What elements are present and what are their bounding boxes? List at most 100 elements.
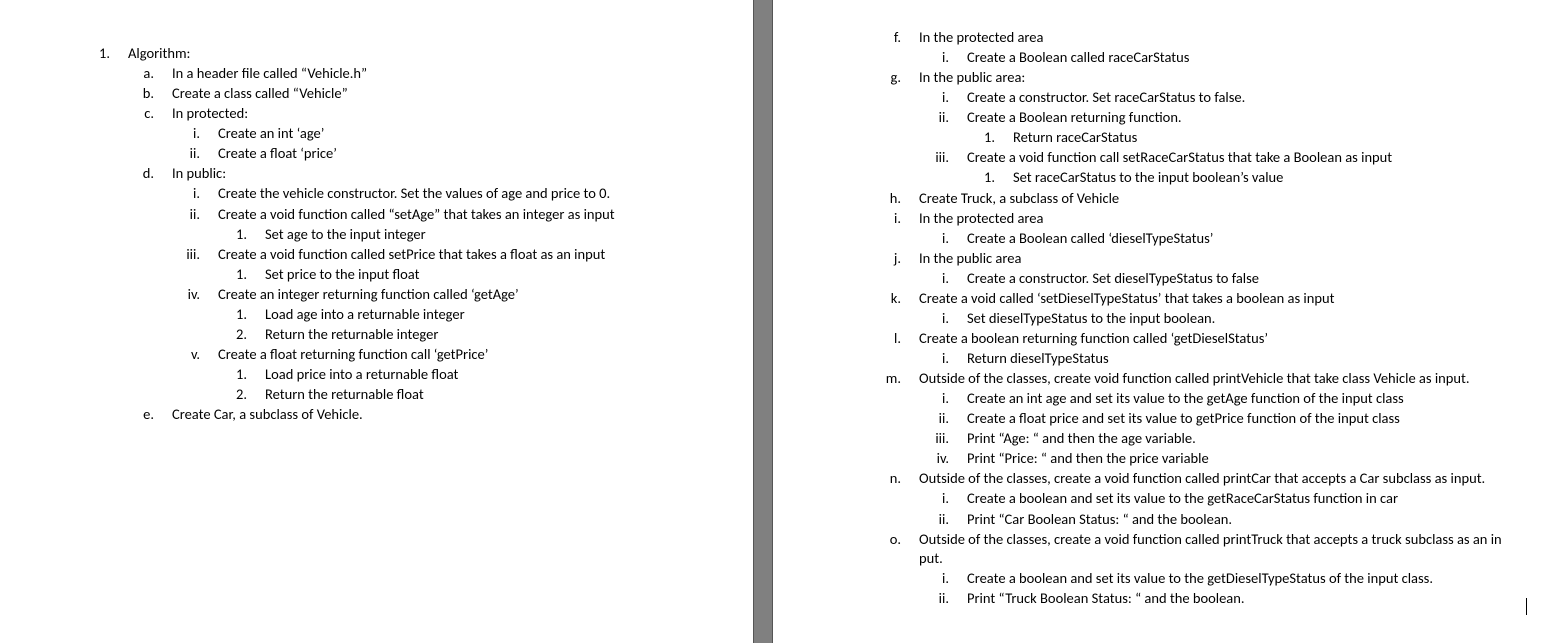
list-marker: iii.	[773, 429, 967, 449]
list-item: i.Create a constructor. Set raceCarStatu…	[773, 88, 1533, 108]
list-marker: v.	[0, 345, 218, 365]
list-text: Set raceCarStatus to the input boolean’s…	[1013, 168, 1533, 188]
list-text: Create a float ‘price’	[218, 144, 733, 164]
list-item: 1.Return raceCarStatus	[773, 128, 1533, 148]
list-marker: 1.	[0, 44, 128, 64]
list-text: In the protected area	[919, 28, 1533, 48]
list-item: b.Create a class called “Vehicle”	[0, 84, 733, 104]
list-marker: ii.	[773, 589, 967, 609]
text-cursor-icon	[1526, 598, 1527, 615]
list-item: iv.Print “Price: “ and then the price va…	[773, 449, 1533, 469]
list-marker: d.	[0, 164, 172, 184]
list-item: i.In the protected area	[773, 209, 1533, 229]
list-item: i.Set dieselTypeStatus to the input bool…	[773, 309, 1533, 329]
list-marker: i.	[773, 309, 967, 329]
list-item: h.Create Truck, a subclass of Vehicle	[773, 189, 1533, 209]
list-item: i.Create a constructor. Set dieselTypeSt…	[773, 269, 1533, 289]
list-item: 1.Set price to the input float	[0, 265, 733, 285]
list-text: Create a void function call setRaceCarSt…	[967, 148, 1533, 168]
list-text: Set age to the input integer	[265, 225, 733, 245]
list-item: 2.Return the returnable integer	[0, 325, 733, 345]
list-text: Print “Truck Boolean Status: “ and the b…	[967, 589, 1533, 609]
list-item: i.Create an int age and set its value to…	[773, 389, 1533, 409]
list-marker: o.	[773, 530, 919, 569]
list-text: In the public area	[919, 249, 1533, 269]
list-item: n.Outside of the classes, create a void …	[773, 469, 1533, 489]
list-marker: i.	[773, 489, 967, 509]
list-text: Return the returnable float	[265, 385, 733, 405]
list-text: Create a Boolean called raceCarStatus	[967, 48, 1533, 68]
list-item: m.Outside of the classes, create void fu…	[773, 369, 1533, 389]
list-item: d.In public:	[0, 164, 733, 184]
list-item: ii.Create a Boolean returning function.	[773, 108, 1533, 128]
list-marker: i.	[0, 184, 218, 204]
list-text: Create a float price and set its value t…	[967, 409, 1533, 429]
document-pages: 1. Algorithm: a.In a header file called …	[0, 0, 1553, 643]
list-text: Print “Car Boolean Status: “ and the boo…	[967, 510, 1533, 530]
list-marker: l.	[773, 329, 919, 349]
list-text: Create a constructor. Set raceCarStatus …	[967, 88, 1533, 108]
list-marker: i.	[773, 88, 967, 108]
list-marker: i.	[773, 569, 967, 589]
list-marker: ii.	[0, 205, 218, 225]
list-marker: i.	[773, 389, 967, 409]
list-marker: i.	[773, 48, 967, 68]
list-item: i.Create an int ‘age’	[0, 124, 733, 144]
list-text: In protected:	[172, 104, 733, 124]
list-item: 1.Set raceCarStatus to the input boolean…	[773, 168, 1533, 188]
list-item: iv.Create an integer returning function …	[0, 285, 733, 305]
page-2: f.In the protected area i.Create a Boole…	[773, 0, 1553, 643]
list-text: Create Truck, a subclass of Vehicle	[919, 189, 1533, 209]
list-text: In a header file called “Vehicle.h”	[172, 64, 733, 84]
list-text: Set dieselTypeStatus to the input boolea…	[967, 309, 1533, 329]
list-text: Create a constructor. Set dieselTypeStat…	[967, 269, 1533, 289]
list-text: Create an integer returning function cal…	[218, 285, 733, 305]
list-item: k.Create a void called ‘setDieselTypeSta…	[773, 289, 1533, 309]
list-item: i.Create a Boolean called ‘dieselTypeSta…	[773, 229, 1533, 249]
list-item: ii.Print “Truck Boolean Status: “ and th…	[773, 589, 1533, 609]
list-item: i.Create a Boolean called raceCarStatus	[773, 48, 1533, 68]
list-marker: 1.	[0, 225, 265, 245]
list-item: f.In the protected area	[773, 28, 1533, 48]
list-marker: ii.	[773, 108, 967, 128]
list-text: Create Car, a subclass of Vehicle.	[172, 405, 733, 425]
list-marker: n.	[773, 469, 919, 489]
list-text: Outside of the classes, create void func…	[919, 369, 1533, 389]
list-text: Create a boolean returning function call…	[919, 329, 1533, 349]
list-marker: m.	[773, 369, 919, 389]
list-text: Create a boolean and set its value to th…	[967, 489, 1533, 509]
list-text: Create the vehicle constructor. Set the …	[218, 184, 733, 204]
list-text: Create an int age and set its value to t…	[967, 389, 1533, 409]
list-marker: k.	[773, 289, 919, 309]
list-text: Set price to the input float	[265, 265, 733, 285]
list-marker: 1.	[773, 128, 1013, 148]
list-item: i.Create a boolean and set its value to …	[773, 489, 1533, 509]
list-text: Return dieselTypeStatus	[967, 349, 1533, 369]
list-item: iii.Print “Age: “ and then the age varia…	[773, 429, 1533, 449]
list-text: Create a void function called “setAge” t…	[218, 205, 733, 225]
list-item: iii.Create a void function call setRaceC…	[773, 148, 1533, 168]
list-marker: f.	[773, 28, 919, 48]
list-text: Load age into a returnable integer	[265, 305, 733, 325]
page-1: 1. Algorithm: a.In a header file called …	[0, 0, 753, 643]
list-item: ii.Create a float price and set its valu…	[773, 409, 1533, 429]
list-item: g.In the public area:	[773, 68, 1533, 88]
list-marker: b.	[0, 84, 172, 104]
list-text: Return the returnable integer	[265, 325, 733, 345]
list-item: ii.Print “Car Boolean Status: “ and the …	[773, 510, 1533, 530]
list-marker: 2.	[0, 385, 265, 405]
list-marker: 1.	[0, 305, 265, 325]
list-marker: iv.	[0, 285, 218, 305]
list-text: In the protected area	[919, 209, 1533, 229]
list-marker: i.	[773, 349, 967, 369]
list-item: 1. Algorithm:	[0, 44, 733, 64]
list-marker: ii.	[773, 510, 967, 530]
list-text: In the public area:	[919, 68, 1533, 88]
list-text: Outside of the classes, create a void fu…	[919, 469, 1533, 489]
list-marker: h.	[773, 189, 919, 209]
list-item: i.Create the vehicle constructor. Set th…	[0, 184, 733, 204]
list-marker: iii.	[0, 245, 218, 265]
list-item: 2.Return the returnable float	[0, 385, 733, 405]
list-item: l.Create a boolean returning function ca…	[773, 329, 1533, 349]
list-text: Outside of the classes, create a void fu…	[919, 530, 1533, 569]
